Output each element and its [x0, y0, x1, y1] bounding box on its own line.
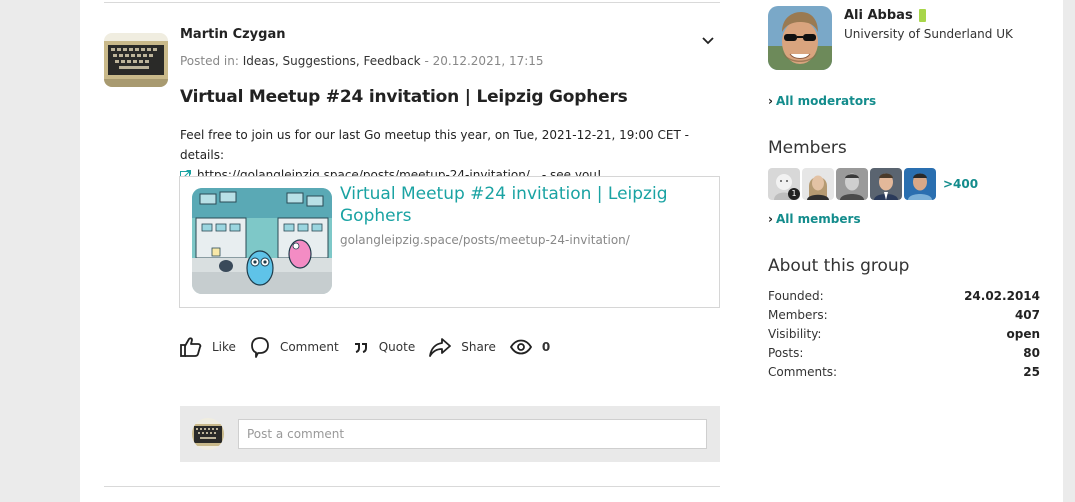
- speech-bubble-icon: [251, 337, 269, 358]
- post-actions-bar: Like Comment Quote Share 0: [180, 334, 564, 360]
- stat-visibility: Visibility: open: [768, 325, 1040, 344]
- moderator-affiliation: University of Sunderland UK: [844, 27, 1013, 41]
- moderator-avatar[interactable]: [768, 6, 832, 70]
- quote-button[interactable]: Quote: [353, 339, 415, 355]
- post-categories[interactable]: Ideas, Suggestions, Feedback: [243, 54, 421, 68]
- member-avatars: 1 >400: [768, 168, 978, 200]
- bottom-divider: [104, 486, 720, 487]
- stat-members: Members: 407: [768, 306, 1040, 325]
- post-title: Virtual Meetup #24 invitation | Leipzig …: [180, 87, 628, 107]
- all-members-link[interactable]: › All members: [768, 212, 861, 226]
- eye-icon: [509, 339, 532, 355]
- moderator-name[interactable]: Ali Abbas: [844, 8, 926, 23]
- quote-label: Quote: [378, 340, 416, 354]
- stat-label: Founded:: [768, 289, 824, 303]
- share-arrow-icon: [429, 338, 452, 357]
- stat-label: Comments:: [768, 365, 838, 379]
- all-moderators-link[interactable]: › All moderators: [768, 94, 876, 108]
- all-members-label: All members: [775, 212, 861, 226]
- post-date: 20.12.2021, 17:15: [432, 54, 544, 68]
- comment-input[interactable]: [238, 419, 707, 449]
- all-moderators-label: All moderators: [775, 94, 877, 108]
- date-separator: -: [424, 54, 429, 68]
- members-heading: Members: [768, 138, 847, 158]
- stat-value: 80: [1023, 346, 1040, 360]
- post-body-line: Feel free to join us for our last Go mee…: [180, 128, 689, 162]
- comment-label: Comment: [279, 340, 339, 354]
- stat-founded: Founded: 24.02.2014: [768, 287, 1040, 306]
- online-status-indicator: [918, 9, 926, 22]
- share-label: Share: [461, 340, 496, 354]
- top-divider: [104, 2, 720, 3]
- member-avatar[interactable]: 1: [768, 168, 800, 200]
- stat-comments: Comments: 25: [768, 363, 1040, 382]
- chevron-right-icon: ›: [768, 94, 773, 108]
- comment-composer: [180, 406, 720, 462]
- stat-posts: Posts: 80: [768, 344, 1040, 363]
- chevron-down-icon[interactable]: [700, 34, 716, 48]
- group-stats: Founded: 24.02.2014 Members: 407 Visibil…: [768, 287, 1040, 382]
- like-button[interactable]: Like: [180, 337, 236, 357]
- share-button[interactable]: Share: [429, 337, 496, 357]
- member-avatar[interactable]: [802, 168, 834, 200]
- comment-button[interactable]: Comment: [250, 336, 339, 358]
- current-user-avatar: [192, 418, 224, 450]
- moderator-name-text: Ali Abbas: [844, 8, 913, 23]
- member-badge: 1: [788, 188, 800, 200]
- link-preview-card[interactable]: Virtual Meetup #24 invitation | Leipzig …: [179, 176, 720, 308]
- link-preview-image[interactable]: [192, 188, 332, 294]
- more-members-link[interactable]: >400: [943, 177, 978, 191]
- member-avatar[interactable]: [870, 168, 902, 200]
- like-label: Like: [212, 340, 236, 354]
- thumbs-up-icon: [180, 337, 202, 357]
- about-group-heading: About this group: [768, 256, 910, 276]
- stat-label: Visibility:: [768, 327, 822, 341]
- member-avatar[interactable]: [904, 168, 936, 200]
- views-counter: 0: [509, 339, 551, 355]
- member-avatar[interactable]: [836, 168, 868, 200]
- quote-icon: [354, 343, 367, 353]
- stat-value: 407: [1014, 308, 1040, 322]
- posted-in-label: Posted in:: [180, 54, 239, 68]
- stat-label: Posts:: [768, 346, 804, 360]
- author-avatar[interactable]: [104, 33, 168, 87]
- post-meta: Posted in: Ideas, Suggestions, Feedback …: [180, 54, 544, 68]
- link-preview-url: golangleipzig.space/posts/meetup-24-invi…: [340, 233, 630, 247]
- link-preview-title[interactable]: Virtual Meetup #24 invitation | Leipzig …: [340, 183, 670, 227]
- stat-label: Members:: [768, 308, 828, 322]
- stat-value: 25: [1023, 365, 1040, 379]
- stat-value: open: [1006, 327, 1040, 341]
- stat-value: 24.02.2014: [964, 289, 1040, 303]
- views-count: 0: [541, 340, 551, 354]
- chevron-right-icon: ›: [768, 212, 773, 226]
- post-author-name[interactable]: Martin Czygan: [180, 27, 286, 42]
